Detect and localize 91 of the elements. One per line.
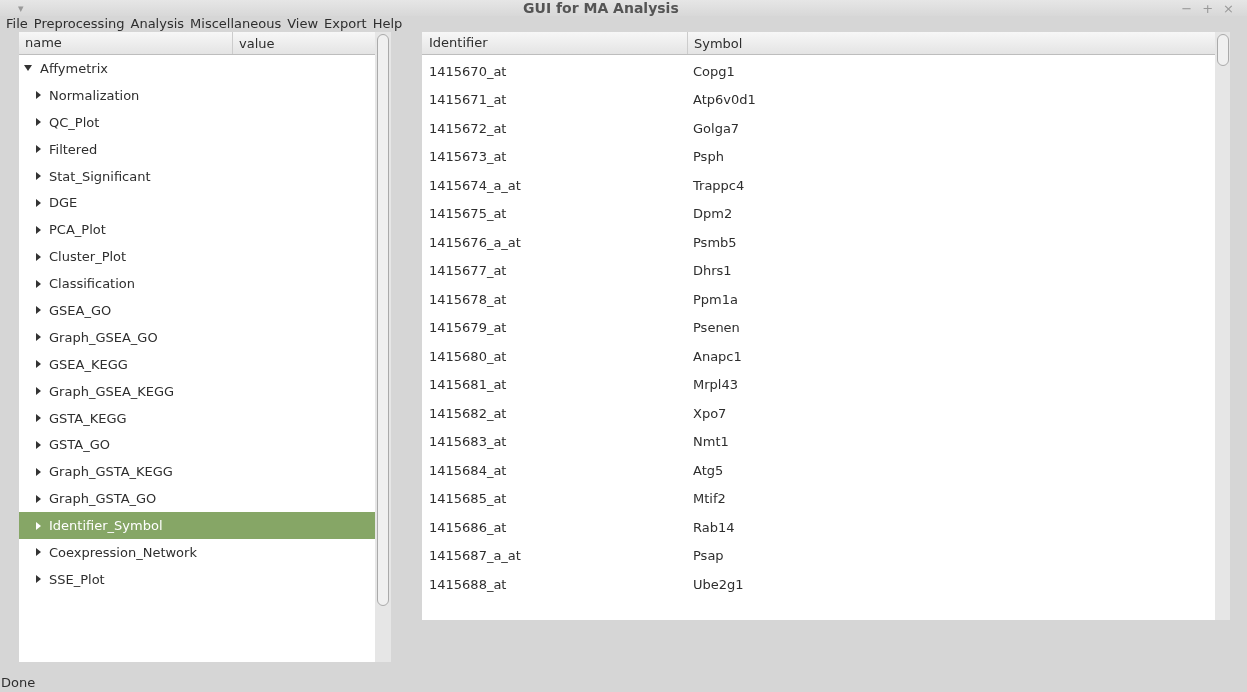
- expander-icon[interactable]: [36, 306, 41, 315]
- expander-icon[interactable]: [36, 252, 41, 261]
- tree-item[interactable]: Graph_GSEA_KEGG: [49, 383, 175, 399]
- table-cell-text: Xpo7: [692, 405, 727, 421]
- expander-icon[interactable]: [36, 198, 41, 207]
- table-cell-text: Ppm1a: [692, 291, 738, 307]
- tree-item[interactable]: QC_Plot: [49, 114, 100, 130]
- menu-item[interactable]: Help: [369, 16, 406, 31]
- expander-icon[interactable]: [36, 467, 41, 476]
- table-cell-text: 1415670_at: [428, 63, 508, 79]
- expander-icon[interactable]: [36, 494, 41, 503]
- tree-item[interactable]: DGE: [49, 195, 78, 211]
- expander-icon[interactable]: [36, 172, 41, 180]
- table-cell-text: 1415686_at: [428, 519, 508, 535]
- tree-item[interactable]: PCA_Plot: [49, 222, 106, 238]
- table-cell-text: 1415684_at: [428, 462, 508, 478]
- table-cell-text: 1415671_at: [428, 92, 508, 108]
- expander-icon[interactable]: [36, 225, 41, 234]
- tree-item[interactable]: GSEA_KEGG: [49, 356, 128, 372]
- table-cell-text: Golga7: [692, 120, 740, 136]
- tree-item[interactable]: GSTA_GO: [49, 437, 110, 453]
- expander-icon[interactable]: [36, 145, 41, 154]
- table-cell-text: 1415688_at: [428, 576, 508, 592]
- table-cell-text: Mrpl43: [692, 377, 738, 393]
- tree-item[interactable]: Normalization: [49, 87, 140, 103]
- table-cell-text: 1415679_at: [428, 320, 508, 336]
- expander-icon[interactable]: [36, 360, 41, 369]
- table-cell-text: Psph: [692, 149, 724, 165]
- table-cell-text: Trappc4: [692, 177, 745, 193]
- menu-item[interactable]: Preprocessing: [30, 16, 128, 31]
- expander-icon[interactable]: [24, 65, 32, 72]
- menu-item[interactable]: Miscellaneous: [187, 16, 285, 31]
- tree-item[interactable]: Cluster_Plot: [49, 249, 127, 265]
- column-header[interactable]: Identifier: [422, 32, 688, 54]
- tree-item[interactable]: SSE_Plot: [49, 571, 105, 587]
- expander-icon[interactable]: [36, 387, 41, 396]
- tree-item[interactable]: Classification: [49, 276, 136, 292]
- table-cell-text: Dhrs1: [692, 263, 732, 279]
- tree-item[interactable]: Affymetrix: [40, 60, 108, 76]
- column-header[interactable]: name: [19, 32, 233, 54]
- table-cell-text: Rab14: [692, 519, 735, 535]
- expander-icon[interactable]: [36, 440, 41, 449]
- table-cell-text: 1415682_at: [428, 405, 508, 421]
- status-text: Done: [0, 674, 37, 692]
- table-cell-text: Atp6v0d1: [692, 92, 756, 108]
- table-cell-text: 1415674_a_at: [428, 177, 522, 193]
- menu-item[interactable]: Analysis: [127, 16, 188, 31]
- menu-item[interactable]: View: [284, 16, 322, 31]
- menu-item[interactable]: Export: [321, 16, 370, 31]
- menu-item[interactable]: File: [3, 16, 31, 31]
- table-cell-text: Anapc1: [692, 348, 742, 364]
- tree-item[interactable]: Graph_GSTA_KEGG: [49, 464, 173, 480]
- expander-icon[interactable]: [36, 333, 41, 342]
- table-cell-text: 1415676_a_at: [428, 234, 522, 250]
- table-cell-text: Psenen: [692, 320, 740, 336]
- table-cell-text: Psmb5: [692, 234, 737, 250]
- table-cell-text: Copg1: [692, 63, 735, 79]
- table-cell-text: 1415678_at: [428, 291, 508, 307]
- tree-item[interactable]: Coexpression_Network: [49, 544, 197, 560]
- scrollbar[interactable]: [375, 32, 391, 662]
- table-cell-text: Mtif2: [692, 491, 726, 507]
- tree-item[interactable]: GSTA_KEGG: [49, 410, 127, 426]
- table-cell-text: 1415675_at: [428, 206, 508, 222]
- table-cell-text: 1415681_at: [428, 377, 508, 393]
- table-cell-text: 1415677_at: [428, 263, 508, 279]
- table-cell-text: Nmt1: [692, 434, 729, 450]
- tree-item[interactable]: Filtered: [49, 141, 98, 157]
- tree-item[interactable]: Graph_GSEA_GO: [49, 329, 158, 345]
- expander-icon[interactable]: [36, 279, 41, 288]
- scrollbar[interactable]: [1215, 32, 1230, 620]
- expander-icon[interactable]: [36, 118, 41, 127]
- table-cell-text: Dpm2: [692, 206, 733, 222]
- column-header[interactable]: value: [233, 35, 275, 51]
- column-header[interactable]: Symbol: [688, 35, 743, 51]
- table-cell-text: 1415687_a_at: [428, 548, 522, 564]
- tree-item[interactable]: Stat_Significant: [49, 168, 151, 184]
- expander-icon[interactable]: [36, 548, 41, 557]
- table-cell-text: Atg5: [692, 462, 724, 478]
- tree-item[interactable]: Graph_GSTA_GO: [49, 491, 157, 507]
- table-cell-text: 1415673_at: [428, 149, 508, 165]
- expander-icon[interactable]: [36, 91, 41, 100]
- window-title: GUI for MA Analysis: [522, 0, 680, 16]
- expander-icon[interactable]: [36, 414, 41, 422]
- table-cell-text: Ube2g1: [692, 576, 744, 592]
- table-cell-text: 1415683_at: [428, 434, 508, 450]
- expander-icon[interactable]: [36, 575, 41, 584]
- table-cell-text: 1415680_at: [428, 348, 508, 364]
- table-cell-text: 1415685_at: [428, 491, 508, 507]
- tree-item[interactable]: GSEA_GO: [49, 302, 112, 318]
- table-cell-text: Psap: [692, 548, 724, 564]
- table-cell-text: 1415672_at: [428, 120, 508, 136]
